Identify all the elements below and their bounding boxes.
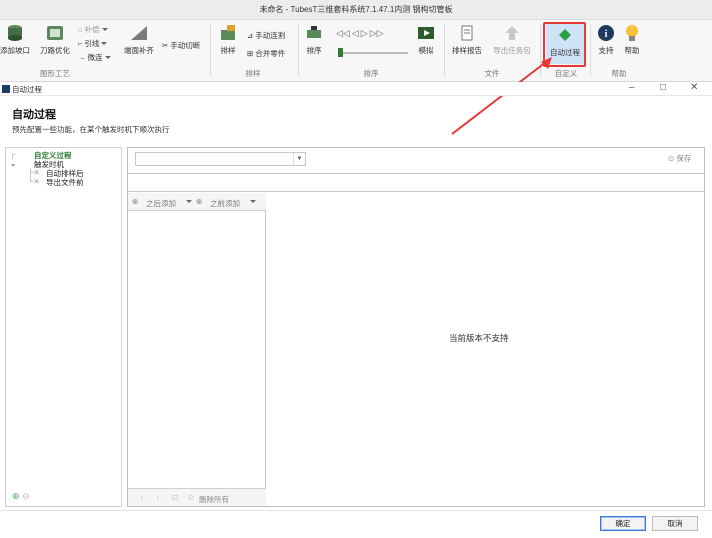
playback-controls: ◁◁ ◁ ▷ ▷▷ (336, 28, 384, 39)
help-label: 帮助 (624, 46, 640, 55)
tree-item-before-export[interactable]: 导出文件前 (46, 177, 84, 188)
help-button[interactable]: 帮助 (622, 24, 642, 56)
chevron-down-icon (101, 28, 108, 31)
step-list-panel: ⊕ 之后添加 ⊕ 之前添加 ↑ ↓ ⊡ ⊙ 删除所有 (128, 193, 266, 506)
add-after-button[interactable]: 之后添加 (146, 198, 176, 209)
nest-icon (221, 25, 235, 40)
remove-circle-icon[interactable]: ⊖ (22, 491, 30, 501)
lead-button[interactable]: ⌐ 引线 (78, 38, 108, 49)
group-separator (590, 24, 591, 76)
play-icon (418, 27, 434, 39)
fill-button[interactable]: ⌂ 补偿 (78, 24, 108, 35)
annotation-arrow (451, 57, 552, 135)
progress-slider[interactable] (338, 52, 408, 54)
support-label: 支持 (598, 46, 614, 55)
cylinder-icon (8, 25, 22, 41)
add-circle-icon[interactable]: ⊕ (12, 491, 20, 501)
save-icon: ⊙ (668, 154, 675, 163)
manual-cut-icon: ✂ (162, 41, 169, 50)
group-separator (298, 24, 299, 76)
group-label-nest: 排样 (245, 69, 261, 78)
micro-joint-icon: → (78, 53, 86, 62)
connect-icon: ⊿ (247, 31, 254, 40)
sort-label: 排序 (306, 46, 322, 55)
support-button[interactable]: i 支持 (596, 24, 616, 56)
delete-icon[interactable]: ⊡ (172, 493, 178, 502)
micro-joint-button[interactable]: → 微连 (78, 52, 111, 63)
delete-all-button[interactable]: 删除所有 (199, 494, 229, 505)
expand-icon[interactable]: ⌄ (10, 159, 16, 168)
end-face-icon (131, 26, 147, 40)
minimize-button[interactable]: – (629, 82, 635, 93)
move-down-icon[interactable]: ↓ (156, 493, 160, 502)
process-tree: ┌ 自定义过程 ⌄ 触发时机 ├✕ 自动排样后 └✕ 导出文件前 ⊕ ⊖ (5, 147, 122, 507)
ribbon-toolbar: 添加坡口 刀路优化 ⌂ 补偿 ⌐ 引线 → 微连 端面补齐 ✂ 手动切断 排样 ⊿ 手动连… (0, 20, 712, 82)
page-title: 自动过程 (12, 109, 56, 121)
info-icon: i (598, 25, 614, 41)
delete-all-icon: ⊙ (188, 493, 195, 502)
close-button[interactable]: ✕ (690, 82, 698, 93)
simulate-label: 模拟 (418, 46, 434, 55)
path-optimize-label: 刀路优化 (40, 46, 70, 55)
end-cut-button[interactable]: 端面补齐 (122, 24, 156, 56)
path-optimize-button[interactable]: 刀路优化 (38, 24, 72, 56)
process-select[interactable]: ▼ (135, 152, 306, 166)
merge-parts-button[interactable]: ⊞ 合并零件 (247, 48, 285, 59)
window-icon (2, 85, 10, 93)
group-label-help: 帮助 (611, 69, 627, 78)
group-label-sort: 排序 (363, 69, 379, 78)
upload-icon (505, 26, 519, 40)
manual-connect-button[interactable]: ⊿ 手动连割 (247, 30, 285, 41)
maximize-button[interactable]: □ (660, 82, 666, 93)
svg-text:i: i (605, 29, 608, 40)
tree-footer: ⊕ ⊖ (12, 491, 30, 502)
simulate-button[interactable]: 模拟 (415, 24, 437, 56)
save-button[interactable]: ⊙ 保存 (668, 153, 691, 164)
subwindow-title: 自动过程 (12, 85, 42, 94)
ok-button[interactable]: 确定 (600, 516, 646, 531)
subwindow-bar: 自动过程 – □ ✕ (0, 82, 712, 96)
lead-icon: ⌐ (78, 39, 83, 48)
cancel-button[interactable]: 取消 (652, 516, 698, 531)
window-title: 未命名 - TubesT三维套料系统7.1.47.1内测 钢构切管板 (259, 5, 453, 14)
fast-forward-icon[interactable]: ▷▷ (370, 28, 384, 39)
sort-icon (307, 26, 321, 38)
add-before-icon: ⊕ (196, 197, 203, 206)
chevron-down-icon[interactable] (250, 200, 256, 203)
move-up-icon[interactable]: ↑ (140, 493, 144, 502)
report-icon (461, 25, 473, 41)
rewind-icon[interactable]: ◁◁ (336, 28, 350, 39)
step-forward-icon[interactable]: ▷ (361, 28, 368, 39)
chevron-down-icon (104, 56, 111, 59)
lightbulb-icon (626, 25, 638, 41)
merge-icon: ⊞ (247, 49, 254, 58)
fill-icon: ⌂ (78, 25, 83, 34)
manual-cut-button[interactable]: ✂ 手动切断 (162, 40, 200, 51)
tree-line-icon: ┌ (10, 150, 16, 159)
chevron-down-icon[interactable] (186, 200, 192, 203)
end-cut-label: 端面补齐 (124, 46, 154, 55)
tool-path-icon (47, 26, 63, 40)
step-back-icon[interactable]: ◁ (352, 28, 359, 39)
step-list-toolbar: ⊕ 之后添加 ⊕ 之前添加 (128, 193, 266, 211)
add-port-label: 添加坡口 (0, 46, 30, 55)
slider-handle[interactable] (338, 48, 343, 57)
chevron-down-icon (101, 42, 108, 45)
sort-button[interactable]: 排序 (303, 24, 325, 56)
branch-x-icon: ├✕ (28, 168, 40, 177)
page-description: 预先配置一些功能，在某个触发时机下顺次执行 (12, 125, 170, 134)
group-label-craft: 图形工艺 (40, 69, 70, 78)
editor-strip (128, 173, 704, 192)
unsupported-message: 当前版本不支持 (449, 333, 509, 343)
add-port-button[interactable]: 添加坡口 (0, 24, 30, 56)
nest-label: 排样 (220, 46, 236, 55)
step-list-footer: ↑ ↓ ⊡ ⊙ 删除所有 (128, 488, 266, 506)
nest-button[interactable]: 排样 (217, 24, 239, 56)
add-before-button[interactable]: 之前添加 (210, 198, 240, 209)
window-title-bar: 未命名 - TubesT三维套料系统7.1.47.1内测 钢构切管板 (0, 0, 712, 20)
add-after-icon: ⊕ (132, 197, 139, 206)
chevron-down-icon[interactable]: ▼ (293, 153, 305, 165)
group-separator (210, 24, 211, 76)
branch-x-icon: └✕ (28, 177, 40, 186)
